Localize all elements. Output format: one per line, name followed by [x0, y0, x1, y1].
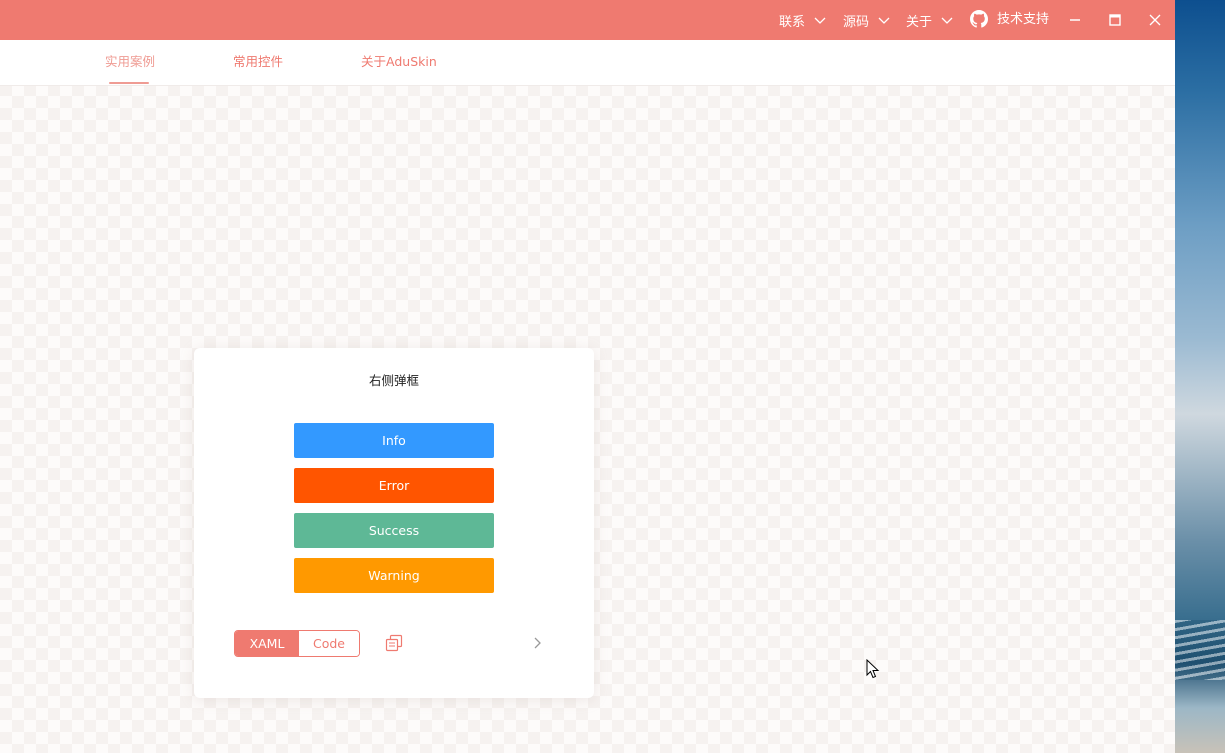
tab-bar: 实用案例 常用控件 关于AduSkin	[0, 40, 1175, 86]
tab-common-controls[interactable]: 常用控件	[233, 40, 283, 86]
chevron-right-icon[interactable]	[530, 635, 544, 651]
tech-support-link[interactable]: 技术支持	[997, 0, 1049, 40]
success-button[interactable]: Success	[294, 513, 494, 548]
desktop-background	[1175, 0, 1225, 753]
app-window: 联系 源码 关于 技术支持 实用案例 常用控件 关于AduSkin 右侧	[0, 0, 1175, 753]
menu-about[interactable]: 关于	[906, 0, 954, 40]
error-button[interactable]: Error	[294, 468, 494, 503]
tab-about-aduskin[interactable]: 关于AduSkin	[361, 40, 437, 86]
maximize-icon	[1109, 14, 1121, 26]
active-tab-indicator	[109, 82, 149, 84]
info-button[interactable]: Info	[294, 423, 494, 458]
minimize-button[interactable]	[1055, 0, 1095, 40]
mouse-cursor-icon	[866, 659, 880, 679]
maximize-button[interactable]	[1095, 0, 1135, 40]
xaml-toggle[interactable]: XAML	[235, 631, 299, 656]
minimize-icon	[1069, 14, 1081, 26]
close-icon	[1149, 14, 1161, 26]
menu-source[interactable]: 源码	[843, 0, 891, 40]
demo-card: 右侧弹框 Info Error Success Warning XAML Cod…	[194, 348, 594, 698]
copy-icon[interactable]	[385, 634, 403, 652]
warning-button[interactable]: Warning	[294, 558, 494, 593]
tab-practical-cases[interactable]: 实用案例	[105, 40, 155, 86]
code-toggle[interactable]: Code	[299, 631, 359, 656]
chevron-down-icon	[813, 13, 827, 27]
chevron-down-icon	[877, 13, 891, 27]
menu-contact[interactable]: 联系	[779, 0, 827, 40]
menu-source-label: 源码	[843, 11, 869, 30]
menu-contact-label: 联系	[779, 11, 805, 30]
github-icon[interactable]	[970, 10, 988, 28]
title-bar: 联系 源码 关于 技术支持	[0, 0, 1175, 40]
code-view-toggle: XAML Code	[234, 630, 360, 657]
chevron-down-icon	[940, 13, 954, 27]
menu-about-label: 关于	[906, 11, 932, 30]
close-button[interactable]	[1135, 0, 1175, 40]
card-title: 右侧弹框	[194, 370, 594, 389]
